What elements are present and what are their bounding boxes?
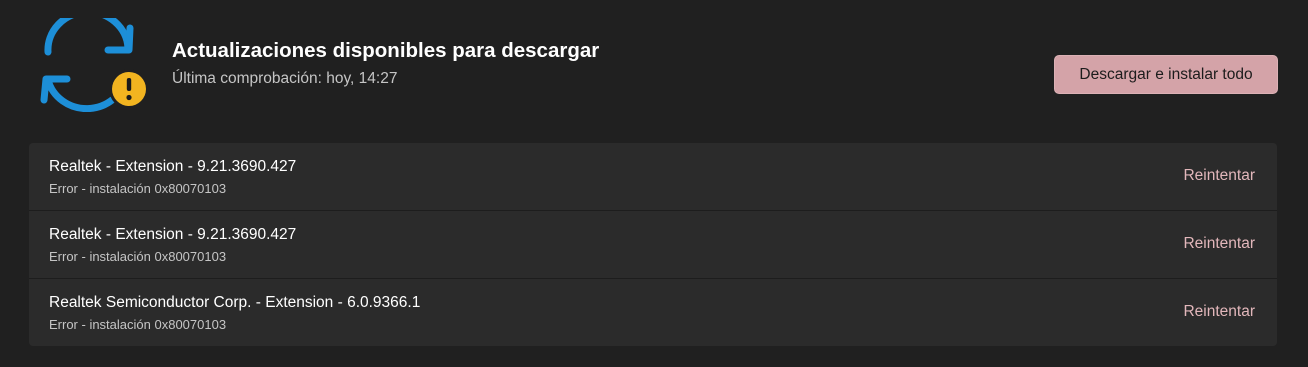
update-error-status: Error - instalación 0x80070103 <box>49 181 227 196</box>
update-name: Realtek - Extension - 9.21.3690.427 <box>49 158 297 175</box>
update-row: Realtek - Extension - 9.21.3690.427 Erro… <box>29 211 1277 279</box>
update-row: Realtek Semiconductor Corp. - Extension … <box>29 279 1277 346</box>
page-title: Actualizaciones disponibles para descarg… <box>172 39 600 62</box>
update-name: Realtek - Extension - 9.21.3690.427 <box>49 226 297 243</box>
update-error-status: Error - instalación 0x80070103 <box>49 317 227 332</box>
retry-button[interactable]: Reintentar <box>1183 167 1255 185</box>
download-install-all-button[interactable]: Descargar e instalar todo <box>1054 55 1278 94</box>
update-list: Realtek - Extension - 9.21.3690.427 Erro… <box>29 143 1277 346</box>
update-name: Realtek Semiconductor Corp. - Extension … <box>49 294 421 311</box>
sync-warning-icon <box>38 8 152 113</box>
update-row: Realtek - Extension - 9.21.3690.427 Erro… <box>29 143 1277 211</box>
update-error-status: Error - instalación 0x80070103 <box>49 249 227 264</box>
update-status-header: Actualizaciones disponibles para descarg… <box>0 0 1308 130</box>
windows-update-page: Actualizaciones disponibles para descarg… <box>0 0 1308 367</box>
retry-button[interactable]: Reintentar <box>1183 235 1255 253</box>
last-checked-text: Última comprobación: hoy, 14:27 <box>172 70 398 87</box>
retry-button[interactable]: Reintentar <box>1183 303 1255 321</box>
